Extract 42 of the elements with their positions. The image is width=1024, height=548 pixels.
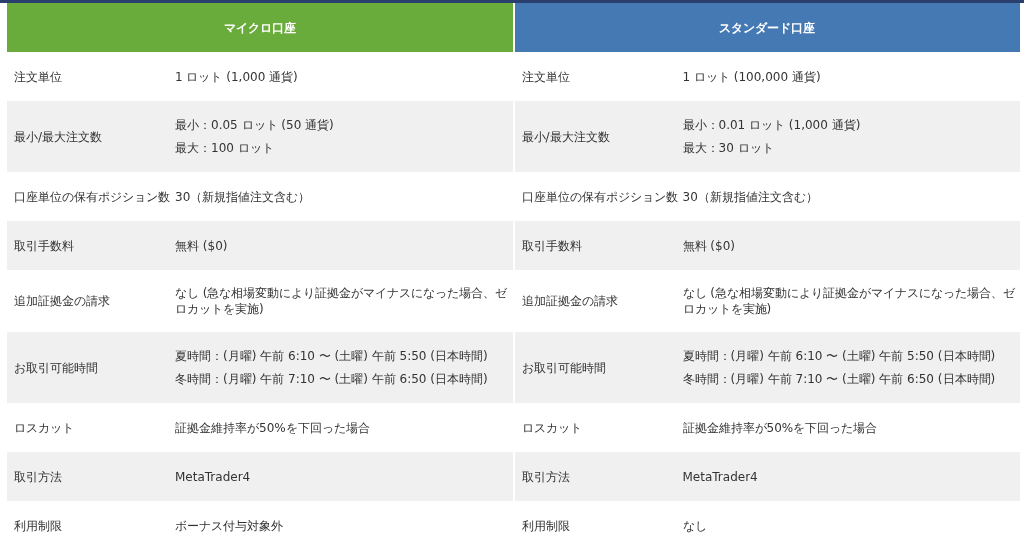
- row-value: 最小：0.05 ロット (50 通貨): [175, 117, 335, 133]
- row-value: 証拠金維持率が50%を下回った場合: [175, 419, 371, 436]
- row-label: 追加証拠金の請求: [520, 293, 619, 310]
- row-value: 冬時間：(月曜) 午前 7:10 〜 (土曜) 午前 6:50 (日本時間): [682, 371, 997, 387]
- row-value: MetaTrader4: [175, 468, 252, 485]
- row-label: 取引手数料: [520, 237, 583, 255]
- row-value: なし (急な相場変動により証拠金がマイナスになった場合、ゼロカットを実施): [175, 285, 509, 317]
- row-value: 夏時間：(月曜) 午前 6:10 〜 (土曜) 午前 5:50 (日本時間): [175, 348, 489, 364]
- row-label: 利用制限: [13, 517, 63, 535]
- row-value: 30（新規指値注文含む）: [682, 188, 819, 205]
- row-label: 注文単位: [520, 68, 571, 86]
- row-value: 1 ロット (100,000 通貨): [682, 68, 822, 85]
- row-value: 30（新規指値注文含む）: [175, 188, 312, 205]
- row-label: 注文単位: [13, 68, 63, 86]
- row-label: 追加証拠金の請求: [13, 293, 111, 310]
- row-label: ロスカット: [13, 419, 75, 437]
- row-value: なし: [682, 517, 708, 534]
- row-label: 最小/最大注文数: [13, 128, 104, 146]
- row-value: 無料 ($0): [682, 237, 736, 254]
- row-value: 証拠金維持率が50%を下回った場合: [682, 419, 879, 436]
- row-label: 取引方法: [520, 468, 571, 486]
- row-label: 口座単位の保有ポジション数: [13, 188, 171, 206]
- row-label: 口座単位の保有ポジション数: [520, 188, 679, 206]
- row-value: なし (急な相場変動により証拠金がマイナスになった場合、ゼロカットを実施): [682, 285, 1016, 317]
- row-label: 最小/最大注文数: [520, 128, 611, 146]
- account-header: マイクロ口座: [7, 3, 513, 52]
- row-label: 利用制限: [520, 517, 571, 535]
- row-value: 冬時間：(月曜) 午前 7:10 〜 (土曜) 午前 6:50 (日本時間): [175, 371, 489, 387]
- row-value: MetaTrader4: [682, 468, 759, 485]
- account-header: スタンダード口座: [514, 3, 1020, 52]
- row-label: 取引方法: [13, 468, 63, 486]
- row-value: 1 ロット (1,000 通貨): [175, 68, 299, 85]
- row-value: 最大：100 ロット: [175, 140, 275, 156]
- row-label: 取引手数料: [13, 237, 75, 255]
- row-value: 最小：0.01 ロット (1,000 通貨): [682, 117, 862, 133]
- row-value: 無料 ($0): [175, 237, 229, 254]
- row-label: ロスカット: [520, 419, 583, 437]
- row-value: 夏時間：(月曜) 午前 6:10 〜 (土曜) 午前 5:50 (日本時間): [682, 348, 997, 364]
- row-value: ボーナス付与対象外: [175, 517, 284, 534]
- row-label: お取引可能時間: [520, 359, 607, 377]
- row-value: 最大：30 ロット: [682, 140, 775, 156]
- row-label: お取引可能時間: [13, 359, 99, 377]
